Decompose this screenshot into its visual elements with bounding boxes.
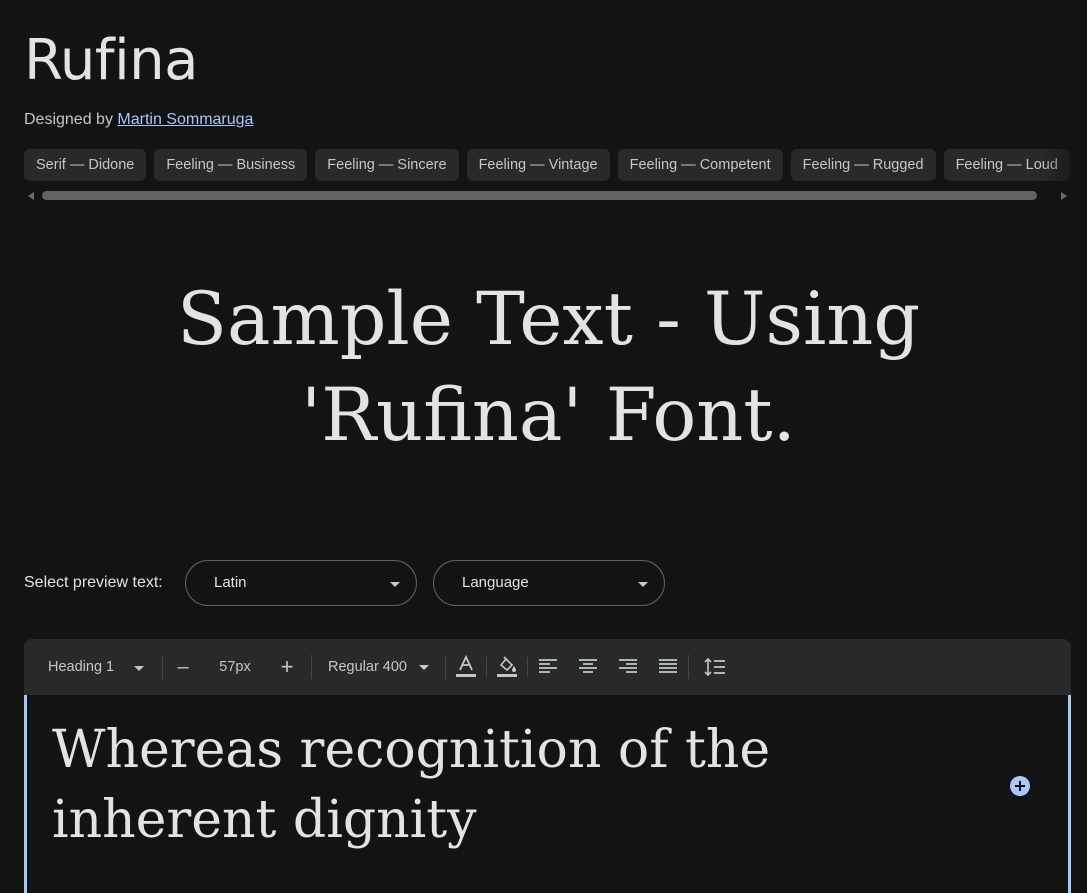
preview-text-label: Select preview text: [24,574,163,591]
tag-list: Serif — Didone Feeling — Business Feelin… [24,149,1087,181]
preview-editor[interactable]: Whereas recognition of the inherent dign… [24,695,1071,893]
chevron-down-icon [390,582,400,587]
editor-toolbar: Heading 1 – 57px + Regular 400 [24,639,1071,695]
toolbar-divider [688,655,690,679]
tags-fade [1043,149,1087,181]
designer-link[interactable]: Martin Sommaruga [117,111,253,128]
tag-chip[interactable]: Feeling — Business [154,149,308,181]
tag-chip[interactable]: Serif — Didone [24,149,147,181]
align-justify-icon[interactable] [648,647,688,687]
editor-line-2: inherent dignity [52,790,477,850]
tag-chip[interactable]: Feeling — Rugged [790,149,936,181]
chevron-down-icon [419,664,430,670]
align-center-icon[interactable] [568,647,608,687]
sample-line-1: Sample Text - Using [176,277,921,362]
chevron-down-icon [638,582,648,587]
editor-line-1: Whereas recognition of the [52,720,771,780]
script-select-value: Latin [214,574,247,591]
align-right-icon[interactable] [608,647,648,687]
tag-chip[interactable]: Feeling — Vintage [466,149,610,181]
scroll-left-icon[interactable] [28,192,34,200]
sample-line-2: 'Rufina' Font. [301,373,796,458]
language-select[interactable]: Language [433,560,665,606]
text-color-icon[interactable] [446,647,486,687]
designed-by-label: Designed by [24,111,113,128]
font-weight-select[interactable]: Regular 400 [312,659,445,675]
text-style-value: Heading 1 [48,659,115,675]
highlight-color-icon[interactable] [487,647,527,687]
decrease-size-button[interactable]: – [163,647,203,687]
sample-text: Sample Text - Using 'Rufina' Font. [0,272,1087,464]
script-select[interactable]: Latin [185,560,417,606]
language-select-value: Language [462,574,529,591]
scroll-right-icon[interactable] [1061,192,1067,200]
designer-line: Designed by Martin Sommaruga [24,111,253,129]
add-circle-icon[interactable] [1010,776,1030,796]
font-size-value[interactable]: 57px [203,659,267,675]
scroll-thumb[interactable] [42,191,1037,200]
tags-scrollbar[interactable] [24,189,1071,203]
text-style-select[interactable]: Heading 1 [24,659,162,675]
chevron-down-icon [134,666,144,671]
tag-chip[interactable]: Feeling — Sincere [315,149,459,181]
editor-text[interactable]: Whereas recognition of the inherent dign… [52,715,812,855]
increase-size-button[interactable]: + [267,647,307,687]
font-title: Rufina [24,28,198,93]
align-left-icon[interactable] [528,647,568,687]
tag-chip[interactable]: Feeling — Competent [617,149,783,181]
line-height-icon[interactable] [695,647,735,687]
font-weight-value: Regular 400 [328,659,407,675]
